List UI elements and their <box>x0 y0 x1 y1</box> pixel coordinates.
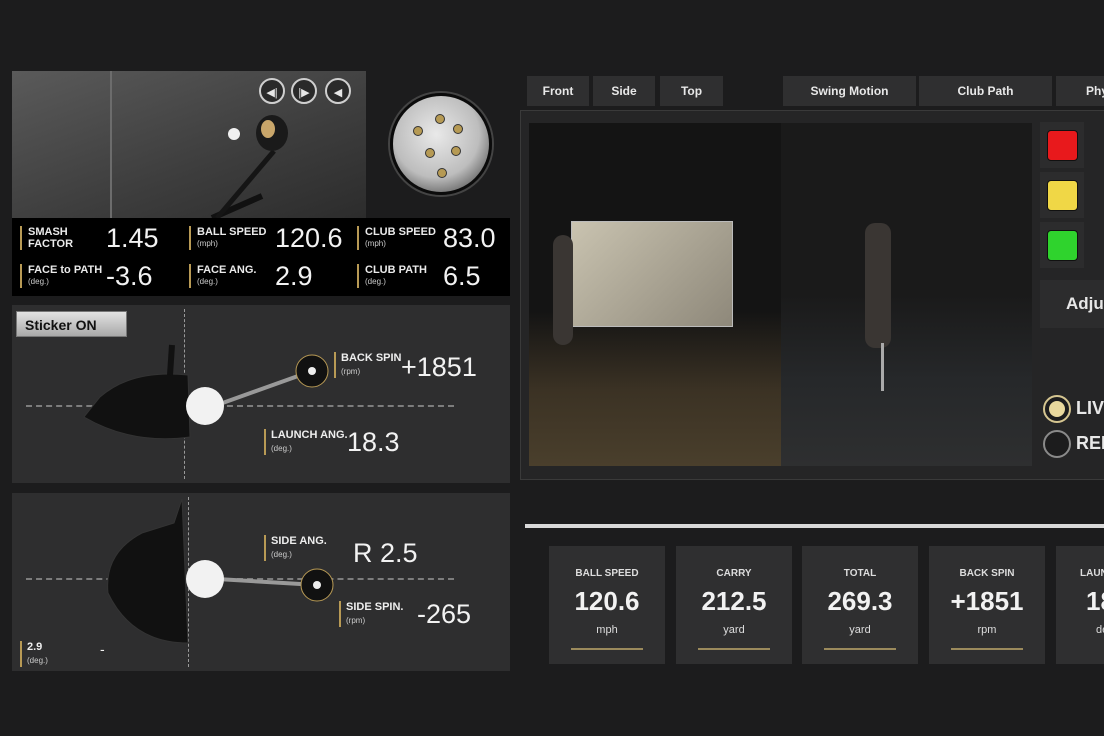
launch-angle-label: LAUNCH ANG. (deg.) <box>264 429 348 455</box>
side-video[interactable] <box>781 123 1032 466</box>
card-ball-speed: BALL SPEED 120.6 mph <box>549 546 665 664</box>
top-view-panel: SIDE ANG. (deg.) R 2.5 SIDE SPIN. (rpm) -2… <box>12 493 510 671</box>
prev-frame-button[interactable]: ◀| <box>259 78 285 104</box>
side-spin-label: SIDE SPIN. (rpm) <box>339 601 403 627</box>
simulator-screen-image <box>571 221 733 327</box>
color-green-button[interactable] <box>1040 222 1084 268</box>
replay-label: REI <box>1076 433 1104 453</box>
impact-stats-panel: SMASH FACTOR 1.45 BALL SPEED (mph) 120.6 C… <box>12 218 510 296</box>
card-carry: CARRY 212.5 yard <box>676 546 792 664</box>
face-angle-small-label: 2.9 (deg.) <box>20 641 48 667</box>
back-spin-label: BACK SPIN (rpm) <box>334 352 402 378</box>
yellow-swatch <box>1047 180 1078 211</box>
playback-progress-bar[interactable] <box>525 524 1104 528</box>
live-label: LIV <box>1076 398 1104 418</box>
ball-speed-value: 120.6 <box>275 223 343 253</box>
front-video[interactable] <box>529 123 781 466</box>
tab-top[interactable]: Top <box>660 76 723 106</box>
side-angle-label: SIDE ANG. (deg.) <box>264 535 327 561</box>
green-swatch <box>1047 230 1078 261</box>
launch-angle-value: 18.3 <box>347 427 400 457</box>
club-speed-value: 83.0 <box>443 223 496 253</box>
card-launch: LAUN 18 de <box>1056 546 1104 664</box>
red-swatch <box>1047 130 1078 161</box>
club-camera-view: ◀| |▶ ◀ <box>12 71 366 218</box>
tab-front[interactable]: Front <box>527 76 589 106</box>
face-angle-value: 2.9 <box>275 261 313 291</box>
tab-physics[interactable]: Phy <box>1056 76 1104 106</box>
side-spin-value: -265 <box>417 599 472 629</box>
tab-side[interactable]: Side <box>593 76 655 106</box>
next-frame-button[interactable]: |▶ <box>291 78 317 104</box>
face-angle-small-value: - <box>100 641 105 657</box>
face-to-path-value: -3.6 <box>106 261 153 291</box>
smash-factor-value: 1.45 <box>106 223 159 253</box>
tab-club-path[interactable]: Club Path <box>919 76 1052 106</box>
color-yellow-button[interactable] <box>1040 172 1084 218</box>
replay-radio[interactable] <box>1043 430 1071 458</box>
rewind-button[interactable]: ◀ <box>325 78 351 104</box>
back-spin-value: +1851 <box>401 352 477 382</box>
card-total: TOTAL 269.3 yard <box>802 546 918 664</box>
adjust-button[interactable]: Adju <box>1040 280 1104 328</box>
color-red-button[interactable] <box>1040 122 1084 168</box>
tab-swing-motion[interactable]: Swing Motion <box>783 76 916 106</box>
card-back-spin: BACK SPIN +1851 rpm <box>929 546 1045 664</box>
top-club-image <box>107 498 334 644</box>
ball-impact-view <box>390 93 492 195</box>
sticker-toggle-button[interactable]: Sticker ON <box>16 311 127 337</box>
club-path-value: 6.5 <box>443 261 481 291</box>
side-angle-value: R 2.5 <box>353 538 418 568</box>
live-radio[interactable] <box>1043 395 1071 423</box>
